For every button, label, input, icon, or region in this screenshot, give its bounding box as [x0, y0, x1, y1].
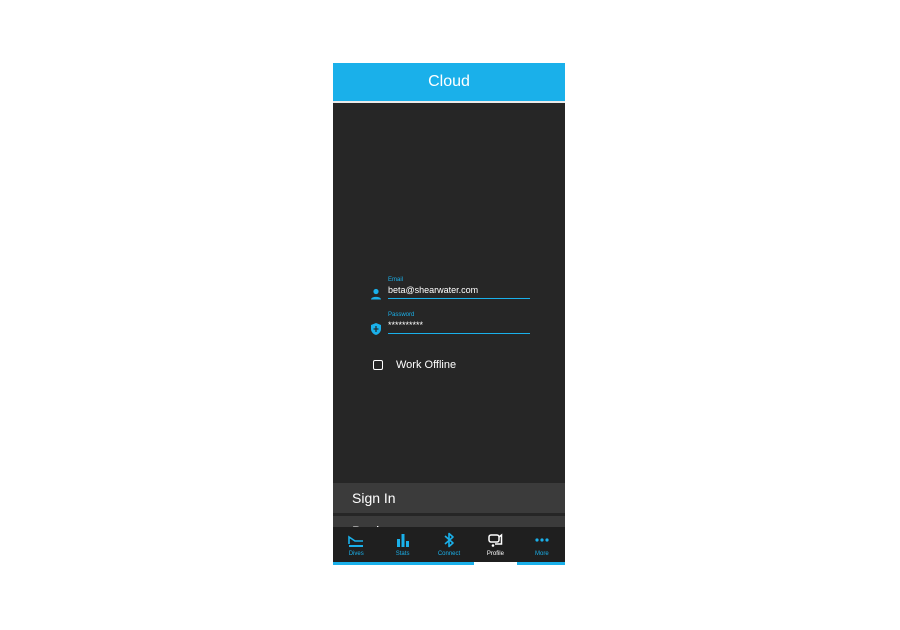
work-offline-option[interactable]: Work Offline [373, 357, 456, 373]
tab-dives-label: Dives [348, 551, 364, 557]
content-area: Email beta@shearwater.com Password *****… [333, 103, 565, 546]
work-offline-checkbox[interactable] [373, 360, 383, 370]
tab-profile[interactable]: Profile [472, 527, 518, 563]
sign-in-button[interactable]: Sign In [333, 483, 565, 513]
email-input[interactable]: beta@shearwater.com [388, 285, 478, 295]
tab-more[interactable]: More [519, 527, 565, 563]
dives-icon [348, 535, 364, 547]
phone-screen: Cloud Email beta@shearwater.com Password… [333, 63, 565, 565]
profile-icon [488, 533, 503, 547]
password-field[interactable]: Password ********** [369, 312, 537, 338]
tab-more-label: More [534, 551, 549, 557]
tab-stats[interactable]: Stats [379, 527, 425, 563]
tab-dives[interactable]: Dives [333, 527, 379, 563]
tab-stats-label: Stats [395, 551, 410, 557]
password-input[interactable]: ********** [388, 320, 423, 330]
tab-connect-label: Connect [437, 551, 461, 557]
app-header: Cloud [333, 63, 565, 101]
shield-icon [371, 323, 381, 335]
tab-profile-label: Profile [486, 551, 504, 557]
email-label: Email [388, 277, 404, 283]
page-title: Cloud [428, 73, 470, 90]
password-label: Password [388, 312, 415, 318]
bottom-tab-bar: Dives Stats Connect Profile More [333, 527, 565, 563]
person-icon [371, 288, 381, 300]
more-icon [535, 538, 549, 542]
bluetooth-icon [444, 532, 454, 548]
email-underline [388, 298, 530, 299]
tab-bar-accent [333, 562, 565, 565]
stats-icon [396, 534, 409, 547]
email-field[interactable]: Email beta@shearwater.com [369, 277, 537, 303]
tab-connect[interactable]: Connect [426, 527, 472, 563]
password-underline [388, 333, 530, 334]
tab-active-indicator [474, 562, 517, 565]
work-offline-label: Work Offline [396, 359, 457, 371]
